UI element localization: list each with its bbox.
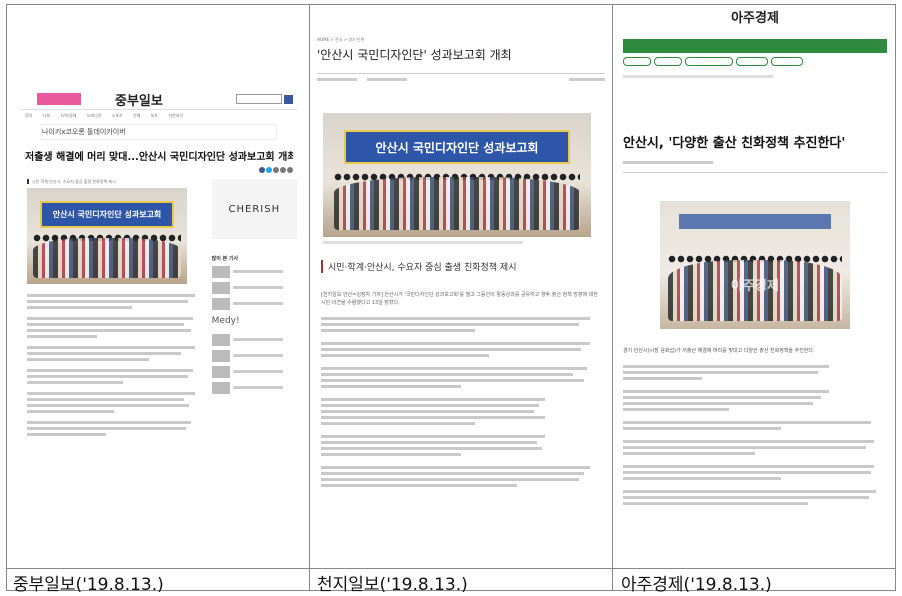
photo-watermark: 아주경제 xyxy=(731,279,779,295)
facebook-icon[interactable] xyxy=(284,94,293,104)
ad-logo xyxy=(37,93,81,105)
share-icons xyxy=(25,167,293,173)
twitter-share-icon[interactable] xyxy=(266,167,272,173)
jungbu-nav: 정치 사회 지역/경제 오피니언 스포츠 연예 포토 지면보기 xyxy=(25,113,293,118)
search-input[interactable] xyxy=(236,94,282,104)
aju-masthead: 아주경제 xyxy=(731,11,779,26)
article-body xyxy=(27,294,202,436)
jungbu-masthead: 중부일보 xyxy=(115,93,163,109)
list-item[interactable] xyxy=(211,282,297,294)
jungbu-headline: 저출생 해결에 머리 맞대...안산시 국민디자인단 성과보고회 개최 xyxy=(25,152,293,163)
jungbu-clipping: 중부일보 정치 사회 지역/경제 오피니언 스포츠 연예 포토 지면보기 나이키… xyxy=(21,89,297,499)
caption-cheonji: 천지일보('19.8.13.) xyxy=(317,575,468,595)
list-item[interactable] xyxy=(211,382,297,394)
byline-row xyxy=(317,78,605,81)
list-item[interactable] xyxy=(211,298,297,310)
nav-item[interactable]: 오피니언 xyxy=(87,113,102,118)
jungbu-sidebar: CHERISH 많이 본 기사 Medy! xyxy=(211,179,297,439)
caption-jungbu: 중부일보('19.8.13.) xyxy=(13,575,164,595)
list-item[interactable] xyxy=(211,266,297,278)
clipping-table: 중부일보 정치 사회 지역/경제 오피니언 스포츠 연예 포토 지면보기 나이키… xyxy=(6,4,896,595)
side-ad2: Medy! xyxy=(211,316,240,326)
ad-text: 나이키x코오롱 툴데이카이버 xyxy=(42,128,126,136)
cheonji-lead: [천지일보 안산=김정자 기자] 안산시가 '국민디자인단 성과보고회'를 열고… xyxy=(321,292,598,306)
article-body xyxy=(623,365,887,505)
cheonji-headline: '안산시 국민디자인단' 성과보고회 개최 xyxy=(317,48,512,62)
photo-caption xyxy=(323,241,523,244)
article-photo: 안산시 국민디자인단 성과보고회 xyxy=(27,188,187,284)
jungbu-ad-strip: 나이키x코오롱 툴데이카이버 xyxy=(41,124,277,140)
jungbu-header: 중부일보 xyxy=(21,89,297,110)
column-divider xyxy=(612,5,613,590)
nav-item[interactable]: 스포츠 xyxy=(112,113,123,118)
aju-nav-bar xyxy=(623,39,887,53)
column-divider xyxy=(309,5,310,590)
nav-item[interactable]: 지면보기 xyxy=(168,113,183,118)
list-item[interactable] xyxy=(211,350,297,362)
aju-headline: 안산시, '다양한 출산 친화정책 추진한다' xyxy=(623,136,846,151)
email-icon[interactable] xyxy=(287,167,293,173)
cheonji-subhead: 시민·학계·안산시, 수요자 중심 출생 친화정책 제시 xyxy=(321,260,605,273)
aju-lead: 경기 안산시(시장 윤화섭)가 저출산 해결에 머리를 맞대고 다양한 출산 친… xyxy=(623,348,815,354)
caption-divider xyxy=(7,568,895,569)
article-photo: 안산시 국민디자인단 성과보고회 xyxy=(323,113,591,237)
nav-item[interactable]: 지역/경제 xyxy=(60,113,76,118)
photo-banner: 안산시 국민디자인단 성과보고회 xyxy=(344,130,570,165)
list-item[interactable] xyxy=(211,334,297,346)
popular-list: Medy! xyxy=(211,266,297,394)
facebook-share-icon[interactable] xyxy=(259,167,265,173)
nav-item[interactable]: 정치 xyxy=(25,113,32,118)
cheonji-clipping: HOME > 전국 > 경기·인천 '안산시 국민디자인단' 성과보고회 개최 … xyxy=(317,35,605,535)
photo-banner: 안산시 국민디자인단 성과보고회 xyxy=(39,201,175,229)
share-icon[interactable] xyxy=(273,167,279,173)
print-icon[interactable] xyxy=(280,167,286,173)
jungbu-article: 시민·학계·안산시, 수요자 중심 출생 친화정책 제시 안산시 국민디자인단 … xyxy=(21,179,202,439)
side-title: 많이 본 기사 xyxy=(211,256,239,262)
photo-banner xyxy=(679,213,831,230)
nav-item[interactable]: 연예 xyxy=(133,113,140,118)
caption-aju: 아주경제('19.8.13.) xyxy=(621,575,772,595)
side-ad: CHERISH xyxy=(211,179,297,239)
aju-clipping: 아주경제 안산시, '다양한 출산 친화정책 추진한다' 아주경제 경기 안산시… xyxy=(619,7,891,565)
list-item[interactable] xyxy=(211,366,297,378)
jungbu-subhead: 시민·학계·안산시, 수요자 중심 출생 친화정책 제시 xyxy=(27,179,202,184)
article-body xyxy=(321,317,601,487)
breadcrumb: HOME > 전국 > 경기·인천 xyxy=(317,37,365,42)
article-photo: 아주경제 xyxy=(660,201,850,329)
nav-item[interactable]: 사회 xyxy=(43,113,50,118)
tag-row xyxy=(623,57,887,66)
nav-item[interactable]: 포토 xyxy=(151,113,158,118)
